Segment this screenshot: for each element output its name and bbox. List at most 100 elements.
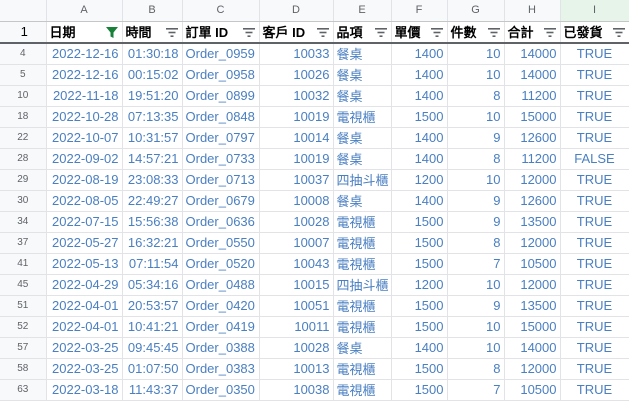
cell-unit-price[interactable]: 1200 xyxy=(391,169,448,191)
cell-order-id[interactable]: Order_0520 xyxy=(182,253,260,275)
cell-total[interactable]: 12600 xyxy=(504,127,561,149)
column-header-e[interactable]: E xyxy=(333,0,392,22)
row-number[interactable]: 28 xyxy=(0,148,47,170)
cell-quantity[interactable]: 10 xyxy=(447,43,505,65)
cell-shipped[interactable]: TRUE xyxy=(560,64,629,86)
cell-order-id[interactable]: Order_0848 xyxy=(182,106,260,128)
header-date[interactable]: 日期 xyxy=(46,21,123,44)
cell-unit-price[interactable]: 1500 xyxy=(391,106,448,128)
cell-unit-price[interactable]: 1500 xyxy=(391,379,448,401)
cell-customer-id[interactable]: 10019 xyxy=(259,148,334,170)
cell-quantity[interactable]: 9 xyxy=(447,211,505,233)
cell-shipped[interactable]: TRUE xyxy=(560,274,629,296)
column-header-b[interactable]: B xyxy=(122,0,183,22)
cell-customer-id[interactable]: 10014 xyxy=(259,127,334,149)
row-number[interactable]: 22 xyxy=(0,127,47,149)
filter-icon[interactable] xyxy=(165,27,178,38)
cell-total[interactable]: 10500 xyxy=(504,379,561,401)
cell-date[interactable]: 2022-04-01 xyxy=(46,316,123,338)
header-item[interactable]: 品項 xyxy=(333,21,392,44)
cell-item[interactable]: 餐桌 xyxy=(333,85,392,107)
cell-unit-price[interactable]: 1200 xyxy=(391,274,448,296)
cell-unit-price[interactable]: 1400 xyxy=(391,43,448,65)
cell-shipped[interactable]: TRUE xyxy=(560,211,629,233)
cell-unit-price[interactable]: 1400 xyxy=(391,64,448,86)
cell-quantity[interactable]: 10 xyxy=(447,274,505,296)
cell-total[interactable]: 15000 xyxy=(504,106,561,128)
cell-order-id[interactable]: Order_0488 xyxy=(182,274,260,296)
row-number[interactable]: 18 xyxy=(0,106,47,128)
cell-time[interactable]: 10:31:57 xyxy=(122,127,183,149)
cell-item[interactable]: 電視櫃 xyxy=(333,253,392,275)
row-number[interactable]: 63 xyxy=(0,379,47,401)
cell-unit-price[interactable]: 1500 xyxy=(391,211,448,233)
cell-shipped[interactable]: TRUE xyxy=(560,295,629,317)
cell-unit-price[interactable]: 1400 xyxy=(391,85,448,107)
cell-total[interactable]: 11200 xyxy=(504,85,561,107)
cell-customer-id[interactable]: 10019 xyxy=(259,106,334,128)
cell-shipped[interactable]: TRUE xyxy=(560,85,629,107)
cell-total[interactable]: 14000 xyxy=(504,337,561,359)
cell-date[interactable]: 2022-07-15 xyxy=(46,211,123,233)
cell-date[interactable]: 2022-05-27 xyxy=(46,232,123,254)
column-header-h[interactable]: H xyxy=(504,0,561,22)
cell-date[interactable]: 2022-12-16 xyxy=(46,64,123,86)
cell-shipped[interactable]: TRUE xyxy=(560,316,629,338)
cell-date[interactable]: 2022-04-01 xyxy=(46,295,123,317)
cell-customer-id[interactable]: 10051 xyxy=(259,295,334,317)
cell-total[interactable]: 14000 xyxy=(504,64,561,86)
cell-unit-price[interactable]: 1500 xyxy=(391,358,448,380)
cell-customer-id[interactable]: 10007 xyxy=(259,232,334,254)
cell-time[interactable]: 11:43:37 xyxy=(122,379,183,401)
cell-date[interactable]: 2022-10-07 xyxy=(46,127,123,149)
cell-item[interactable]: 電視櫃 xyxy=(333,316,392,338)
cell-item[interactable]: 電視櫃 xyxy=(333,232,392,254)
cell-total[interactable]: 10500 xyxy=(504,253,561,275)
filter-icon[interactable] xyxy=(316,27,329,38)
cell-total[interactable]: 15000 xyxy=(504,316,561,338)
cell-time[interactable]: 15:56:38 xyxy=(122,211,183,233)
cell-item[interactable]: 餐桌 xyxy=(333,337,392,359)
cell-item[interactable]: 電視櫃 xyxy=(333,358,392,380)
cell-time[interactable]: 01:07:50 xyxy=(122,358,183,380)
cell-total[interactable]: 12000 xyxy=(504,232,561,254)
cell-item[interactable]: 餐桌 xyxy=(333,148,392,170)
cell-customer-id[interactable]: 10028 xyxy=(259,211,334,233)
cell-date[interactable]: 2022-03-25 xyxy=(46,358,123,380)
cell-quantity[interactable]: 7 xyxy=(447,379,505,401)
cell-unit-price[interactable]: 1400 xyxy=(391,337,448,359)
cell-shipped[interactable]: TRUE xyxy=(560,106,629,128)
cell-order-id[interactable]: Order_0388 xyxy=(182,337,260,359)
row-number[interactable]: 37 xyxy=(0,232,47,254)
row-number[interactable]: 41 xyxy=(0,253,47,275)
cell-item[interactable]: 餐桌 xyxy=(333,64,392,86)
cell-order-id[interactable]: Order_0679 xyxy=(182,190,260,212)
cell-total[interactable]: 12600 xyxy=(504,190,561,212)
cell-order-id[interactable]: Order_0550 xyxy=(182,232,260,254)
column-header-i[interactable]: I xyxy=(560,0,629,22)
cell-time[interactable]: 14:57:21 xyxy=(122,148,183,170)
cell-unit-price[interactable]: 1400 xyxy=(391,127,448,149)
cell-unit-price[interactable]: 1500 xyxy=(391,253,448,275)
cell-order-id[interactable]: Order_0383 xyxy=(182,358,260,380)
cell-quantity[interactable]: 8 xyxy=(447,232,505,254)
header-time[interactable]: 時間 xyxy=(122,21,183,44)
cell-date[interactable]: 2022-03-25 xyxy=(46,337,123,359)
cell-total[interactable]: 11200 xyxy=(504,148,561,170)
cell-item[interactable]: 電視櫃 xyxy=(333,106,392,128)
cell-order-id[interactable]: Order_0713 xyxy=(182,169,260,191)
cell-quantity[interactable]: 10 xyxy=(447,316,505,338)
row-number[interactable]: 30 xyxy=(0,190,47,212)
cell-quantity[interactable]: 8 xyxy=(447,85,505,107)
cell-customer-id[interactable]: 10013 xyxy=(259,358,334,380)
cell-customer-id[interactable]: 10026 xyxy=(259,64,334,86)
cell-total[interactable]: 12000 xyxy=(504,169,561,191)
cell-time[interactable]: 23:08:33 xyxy=(122,169,183,191)
cell-order-id[interactable]: Order_0958 xyxy=(182,64,260,86)
cell-unit-price[interactable]: 1400 xyxy=(391,148,448,170)
header-unit-price[interactable]: 單價 xyxy=(391,21,448,44)
cell-date[interactable]: 2022-11-18 xyxy=(46,85,123,107)
cell-quantity[interactable]: 10 xyxy=(447,106,505,128)
filter-icon[interactable] xyxy=(487,27,500,38)
cell-item[interactable]: 電視櫃 xyxy=(333,379,392,401)
